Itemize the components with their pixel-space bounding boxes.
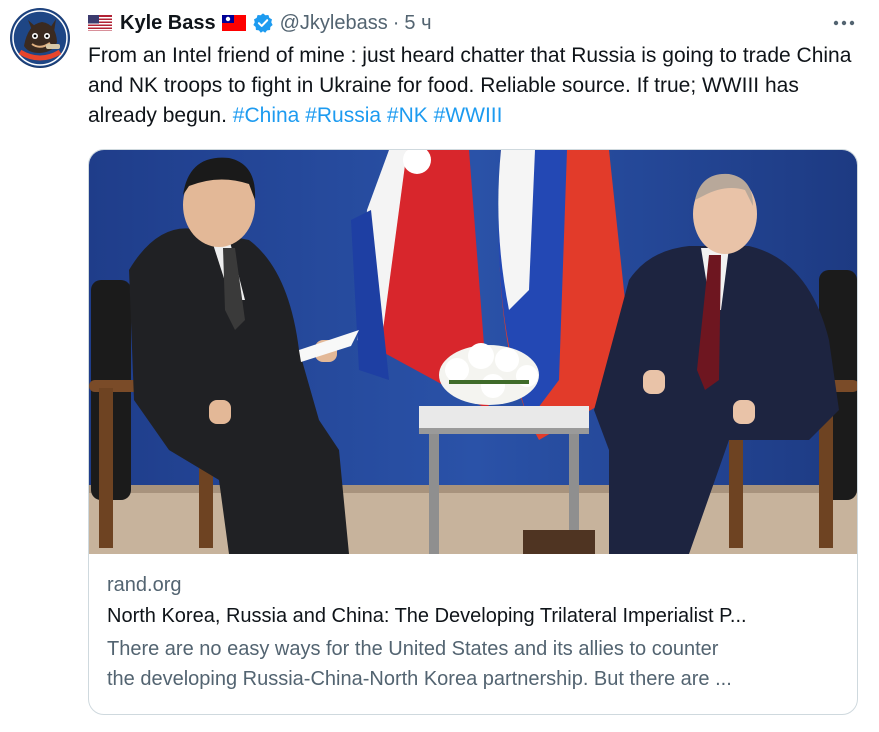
- separator-dot: ·: [392, 11, 400, 34]
- us-flag-icon: [88, 15, 112, 31]
- author-handle[interactable]: @Jkylebass: [280, 12, 388, 35]
- tweet-header: Kyle Bass @Jkylebass · 5 ч: [88, 10, 859, 36]
- card-body: rand.org North Korea, Russia and China: …: [107, 570, 841, 694]
- avatar-image: [11, 9, 69, 67]
- hashtag-china[interactable]: #China: [233, 104, 300, 127]
- card-domain: rand.org: [107, 574, 182, 596]
- meeting-photo: [89, 150, 857, 554]
- card-title: North Korea, Russia and China: The Devel…: [107, 605, 747, 627]
- link-preview-card[interactable]: rand.org North Korea, Russia and China: …: [88, 149, 858, 715]
- card-image[interactable]: [89, 150, 857, 554]
- author-name[interactable]: Kyle Bass: [120, 12, 216, 35]
- hashtag-russia[interactable]: #Russia: [305, 104, 381, 127]
- hashtag-wwiii[interactable]: #WWIII: [434, 104, 503, 127]
- taiwan-flag-icon: [221, 15, 246, 31]
- tweet-text: From an Intel friend of mine : just hear…: [88, 41, 868, 131]
- more-options-button[interactable]: [829, 8, 859, 38]
- more-icon: [833, 20, 855, 26]
- tweet-timestamp[interactable]: 5 ч: [404, 12, 431, 35]
- card-description: There are no easy ways for the United St…: [107, 634, 841, 694]
- card-description-line-2: the developing Russia-China-North Korea …: [107, 668, 732, 690]
- card-description-line-1: There are no easy ways for the United St…: [107, 638, 719, 660]
- verified-badge-icon: [253, 13, 273, 33]
- avatar[interactable]: [10, 8, 70, 68]
- hashtag-nk[interactable]: #NK: [387, 104, 428, 127]
